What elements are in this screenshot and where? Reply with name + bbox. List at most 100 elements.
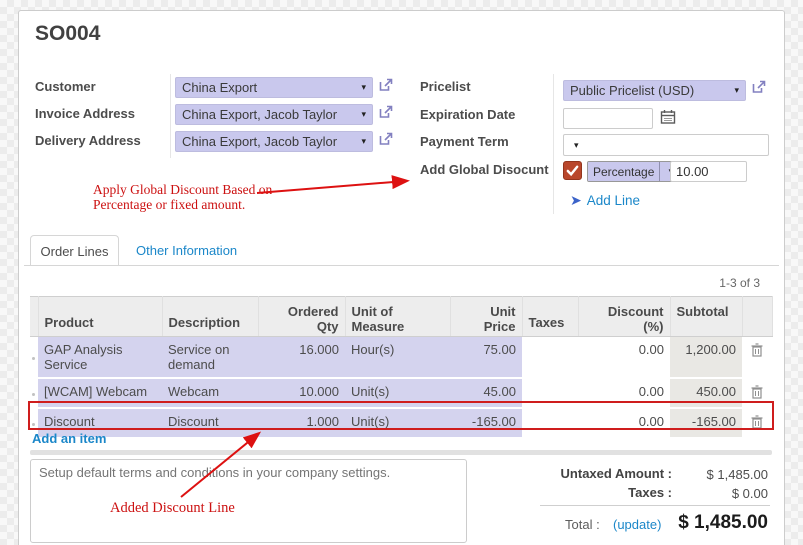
trash-icon	[751, 385, 763, 399]
table-row-discount[interactable]: Discount Discount 1.000 Unit(s) -165.00 …	[30, 408, 772, 438]
invoice-address-label: Invoice Address	[35, 106, 135, 121]
drag-handle[interactable]	[30, 337, 38, 379]
col-unit-of-measure[interactable]: Unit of Measure	[345, 297, 450, 337]
invoice-address-select[interactable]: China Export, Jacob Taylor ▾	[175, 104, 373, 125]
delete-row-button[interactable]	[742, 378, 772, 408]
chevron-down-icon: ▾	[574, 141, 579, 150]
cell-unit-price[interactable]: 45.00	[450, 378, 522, 408]
delivery-address-external-link-icon[interactable]	[378, 131, 394, 147]
totals-divider	[540, 505, 770, 506]
cell-unit-price[interactable]: 75.00	[450, 337, 522, 379]
pricelist-external-link-icon[interactable]	[751, 79, 767, 95]
cell-uom[interactable]: Unit(s)	[345, 408, 450, 438]
untaxed-amount-label: Untaxed Amount :	[440, 466, 672, 481]
discount-type-value: Percentage	[588, 162, 659, 181]
add-an-item-link[interactable]: Add an item	[32, 431, 106, 446]
invoice-address-external-link-icon[interactable]	[378, 104, 394, 120]
page-background: SO004 Customer Invoice Address Delivery …	[0, 0, 803, 545]
col-actions	[742, 297, 772, 337]
annotation-line-2: Percentage or fixed amount.	[93, 197, 272, 212]
col-product[interactable]: Product	[38, 297, 162, 337]
drag-dot-icon	[32, 423, 35, 426]
arrow-right-icon: ➤	[570, 192, 582, 208]
order-lines-table: Product Description Ordered Qty Unit of …	[30, 296, 773, 439]
taxes-label: Taxes :	[440, 485, 672, 500]
cell-description[interactable]: Service on demand	[162, 337, 258, 379]
calendar-icon[interactable]	[660, 109, 676, 125]
list-bottom-divider	[30, 450, 772, 455]
table-row[interactable]: [WCAM] Webcam Webcam 10.000 Unit(s) 45.0…	[30, 378, 772, 408]
customer-value: China Export	[182, 80, 357, 95]
trash-icon	[751, 415, 763, 429]
cell-description[interactable]: Webcam	[162, 378, 258, 408]
col-taxes[interactable]: Taxes	[522, 297, 578, 337]
drag-dot-icon	[32, 357, 35, 360]
cell-taxes[interactable]	[522, 378, 578, 408]
delivery-address-select[interactable]: China Export, Jacob Taylor ▾	[175, 131, 373, 152]
cell-uom[interactable]: Hour(s)	[345, 337, 450, 379]
chevron-down-icon: ▾	[361, 110, 366, 119]
delivery-address-label: Delivery Address	[35, 133, 141, 148]
taxes-value: $ 0.00	[640, 486, 768, 501]
cell-discount[interactable]: 0.00	[578, 378, 670, 408]
cell-taxes[interactable]	[522, 408, 578, 438]
terms-conditions-textarea[interactable]	[30, 459, 467, 543]
drag-handle-column	[30, 297, 38, 337]
cell-taxes[interactable]	[522, 337, 578, 379]
col-unit-price[interactable]: Unit Price	[450, 297, 522, 337]
discount-amount-input[interactable]	[670, 161, 747, 182]
tab-order-lines[interactable]: Order Lines	[30, 235, 119, 266]
delivery-address-value: China Export, Jacob Taylor	[182, 134, 357, 149]
delete-row-button[interactable]	[742, 337, 772, 379]
cell-description[interactable]: Discount	[162, 408, 258, 438]
cell-discount[interactable]: 0.00	[578, 337, 670, 379]
col-subtotal[interactable]: Subtotal	[670, 297, 742, 337]
cell-product[interactable]: GAP Analysis Service	[38, 337, 162, 379]
customer-external-link-icon[interactable]	[378, 77, 394, 93]
cell-subtotal: -165.00	[670, 408, 742, 438]
discount-type-select[interactable]: Percentage ▾	[587, 161, 678, 182]
cell-qty[interactable]: 10.000	[258, 378, 345, 408]
cell-discount[interactable]: 0.00	[578, 408, 670, 438]
table-header-row: Product Description Ordered Qty Unit of …	[30, 297, 772, 337]
chevron-down-icon: ▾	[361, 83, 366, 92]
cell-uom[interactable]: Unit(s)	[345, 378, 450, 408]
expiration-date-input[interactable]	[563, 108, 653, 129]
add-line-label: Add Line	[587, 193, 640, 208]
label-field-separator-right	[553, 74, 554, 214]
cell-subtotal: 1,200.00	[670, 337, 742, 379]
customer-select[interactable]: China Export ▾	[175, 77, 373, 98]
annotation-line-1: Apply Global Discount Based on	[93, 182, 272, 197]
global-discount-checkbox[interactable]	[563, 161, 582, 180]
delete-row-button[interactable]	[742, 408, 772, 438]
cell-qty[interactable]: 1.000	[258, 408, 345, 438]
cell-subtotal: 450.00	[670, 378, 742, 408]
pricelist-label: Pricelist	[420, 79, 471, 94]
total-value: $ 1,485.00	[620, 512, 768, 534]
tab-other-information[interactable]: Other Information	[136, 243, 237, 258]
drag-dot-icon	[32, 393, 35, 396]
cell-unit-price[interactable]: -165.00	[450, 408, 522, 438]
drag-handle[interactable]	[30, 378, 38, 408]
pricelist-select[interactable]: Public Pricelist (USD) ▾	[563, 80, 746, 101]
cell-qty[interactable]: 16.000	[258, 337, 345, 379]
customer-label: Customer	[35, 79, 96, 94]
checkmark-icon	[565, 163, 580, 178]
pager: 1-3 of 3	[650, 276, 760, 290]
table-row[interactable]: GAP Analysis Service Service on demand 1…	[30, 337, 772, 379]
col-discount[interactable]: Discount (%)	[578, 297, 670, 337]
pricelist-value: Public Pricelist (USD)	[570, 83, 730, 98]
payment-term-label: Payment Term	[420, 134, 509, 149]
cell-product[interactable]: [WCAM] Webcam	[38, 378, 162, 408]
tab-order-lines-label: Order Lines	[41, 244, 109, 259]
trash-icon	[751, 343, 763, 357]
col-ordered-qty[interactable]: Ordered Qty	[258, 297, 345, 337]
payment-term-select[interactable]: ▾	[563, 134, 769, 156]
add-line-button[interactable]: ➤ Add Line	[570, 192, 640, 209]
global-discount-label: Add Global Disocunt	[420, 162, 549, 177]
chevron-down-icon: ▾	[361, 137, 366, 146]
total-label: Total :	[565, 517, 600, 532]
tab-bottom-border	[24, 265, 779, 266]
expiration-date-label: Expiration Date	[420, 107, 515, 122]
col-description[interactable]: Description	[162, 297, 258, 337]
